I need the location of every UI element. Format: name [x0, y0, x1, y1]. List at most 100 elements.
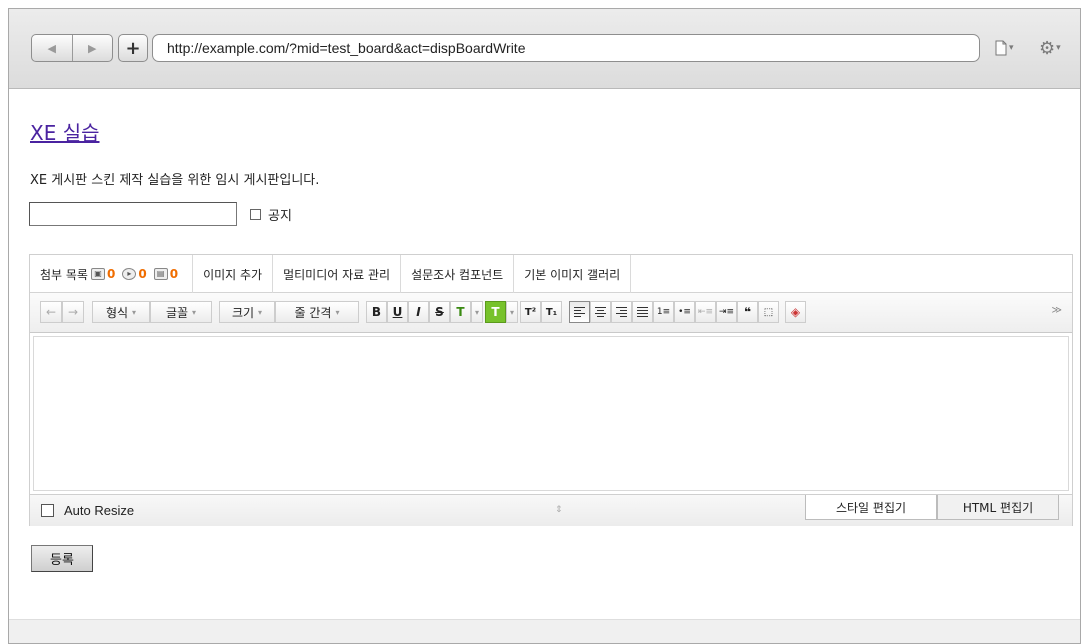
attach-list-label: 첨부 목록 [40, 267, 88, 282]
tab-html-editor[interactable]: HTML 편집기 [937, 495, 1059, 520]
ordered-list-button[interactable]: 1≡ [653, 301, 674, 323]
editor-content-area[interactable] [30, 333, 1072, 495]
font-color-button[interactable]: T [450, 301, 471, 323]
align-left-icon [574, 307, 585, 317]
media-count: 0 [138, 267, 147, 281]
page-menu-button[interactable]: ▾ [994, 36, 1014, 60]
tab-survey[interactable]: 설문조사 컴포넌트 [401, 255, 515, 293]
image-count: 0 [106, 267, 116, 281]
strikethrough-button[interactable]: S [429, 301, 450, 323]
dropdown-arrow-icon: ▾ [132, 307, 137, 317]
page-content: XE 실습 XE 게시판 스킨 제작 실습을 위한 임시 게시판입니다. 공지 … [9, 91, 1080, 621]
editor-bottom-bar: Auto Resize ⇕ 스타일 편집기 HTML 편집기 [30, 495, 1072, 526]
align-center-button[interactable] [590, 301, 611, 323]
tab-multimedia[interactable]: 멀티미디어 자료 관리 [273, 255, 402, 293]
tab-style-editor[interactable]: 스타일 편집기 [805, 495, 937, 520]
editor-tabs: 첨부 목록 ▣ 0 ▸ 0 ▤ 0 이미지 추가 멀티미디어 자료 관리 설문조사 컴… [30, 255, 1072, 293]
title-input[interactable] [29, 202, 237, 226]
font-color-icon: T [456, 305, 465, 319]
italic-icon: I [416, 305, 421, 319]
plus-icon: + [125, 37, 141, 59]
resize-handle-icon[interactable]: ⇕ [555, 505, 563, 515]
back-button[interactable]: ◀ [32, 35, 72, 61]
back-icon: ◀ [47, 41, 56, 55]
dropdown-arrow-icon: ▾ [258, 307, 263, 317]
auto-resize-checkbox[interactable] [41, 504, 54, 517]
undo-icon: ← [45, 305, 57, 319]
strikethrough-icon: S [435, 305, 444, 319]
align-left-button[interactable] [569, 301, 590, 323]
align-justify-button[interactable] [632, 301, 653, 323]
font-dropdown[interactable]: 글꼴 ▾ [150, 301, 212, 323]
file-count: 0 [169, 267, 179, 281]
address-bar[interactable]: http://example.com/?mid=test_board&act=d… [152, 34, 980, 62]
outdent-button[interactable]: ⇤≡ [695, 301, 716, 323]
box-button[interactable]: ⬚ [758, 301, 779, 323]
browser-toolbar: ◀ ▶ + http://example.com/?mid=test_board… [9, 9, 1080, 89]
underline-button[interactable]: U [387, 301, 408, 323]
settings-menu-button[interactable]: ⚙ ▾ [1039, 36, 1061, 60]
notice-option[interactable]: 공지 [250, 205, 292, 224]
background-color-icon: T [491, 305, 500, 319]
eraser-icon: ◈ [790, 305, 801, 319]
page-icon [995, 40, 1007, 56]
editor: 첨부 목록 ▣ 0 ▸ 0 ▤ 0 이미지 추가 멀티미디어 자료 관리 설문조사 컴… [29, 254, 1073, 526]
file-icon: ▤ [153, 268, 168, 280]
undo-button[interactable]: ← [40, 301, 62, 323]
redo-button[interactable]: → [62, 301, 84, 323]
eraser-button[interactable]: ◈ [785, 301, 806, 323]
play-icon: ▸ [122, 268, 137, 280]
size-dropdown[interactable]: 크기 ▾ [219, 301, 275, 323]
font-color-dropdown[interactable]: ▾ [471, 301, 483, 323]
editor-frame[interactable] [33, 336, 1069, 491]
expand-toolbar-icon[interactable]: ≫ [1052, 305, 1062, 316]
gear-icon: ⚙ [1039, 37, 1056, 59]
submit-button[interactable]: 등록 [31, 545, 93, 572]
ordered-list-icon: 1≡ [656, 307, 671, 317]
align-center-icon [595, 307, 606, 317]
auto-resize-option[interactable]: Auto Resize [41, 503, 134, 518]
align-right-button[interactable] [611, 301, 632, 323]
tab-attachments[interactable]: 첨부 목록 ▣ 0 ▸ 0 ▤ 0 [30, 255, 194, 293]
dropdown-arrow-icon: ▾ [335, 307, 340, 317]
caret-down-icon: ▾ [1056, 43, 1061, 53]
board-title-link[interactable]: XE 실습 [30, 117, 100, 146]
italic-button[interactable]: I [408, 301, 429, 323]
superscript-icon: T² [524, 306, 537, 318]
notice-checkbox[interactable] [250, 209, 261, 220]
subscript-button[interactable]: T₁ [541, 301, 562, 323]
quote-icon: ❝ [743, 305, 752, 319]
image-icon: ▣ [90, 268, 105, 280]
url-text: http://example.com/?mid=test_board&act=d… [167, 40, 526, 56]
caret-down-icon: ▾ [1009, 43, 1014, 53]
unordered-list-button[interactable]: •≡ [674, 301, 695, 323]
forward-icon: ▶ [88, 41, 97, 55]
forward-button[interactable]: ▶ [71, 35, 113, 61]
dropdown-arrow-icon: ▾ [474, 307, 479, 317]
redo-icon: → [67, 305, 79, 319]
indent-button[interactable]: ⇥≡ [716, 301, 737, 323]
board-description: XE 게시판 스킨 제작 실습을 위한 임시 게시판입니다. [30, 173, 320, 188]
bold-button[interactable]: B [366, 301, 387, 323]
unordered-list-icon: •≡ [678, 307, 691, 317]
align-right-icon [616, 307, 627, 317]
browser-window: ◀ ▶ + http://example.com/?mid=test_board… [8, 8, 1081, 644]
format-toolbar: ← → 형식 ▾ 글꼴 ▾ 크기 ▾ 줄 간격 ▾ B U I S T ▾ T ▾ T²… [30, 293, 1072, 333]
superscript-button[interactable]: T² [520, 301, 541, 323]
indent-icon: ⇥≡ [718, 307, 735, 317]
line-height-dropdown[interactable]: 줄 간격 ▾ [275, 301, 359, 323]
tab-gallery[interactable]: 기본 이미지 갤러리 [514, 255, 632, 293]
format-dropdown[interactable]: 형식 ▾ [92, 301, 150, 323]
add-bookmark-button[interactable]: + [118, 34, 148, 62]
nav-buttons: ◀ ▶ [31, 34, 113, 62]
dropdown-arrow-icon: ▾ [509, 307, 514, 317]
tab-add-image[interactable]: 이미지 추가 [193, 255, 274, 293]
auto-resize-label: Auto Resize [64, 503, 135, 518]
dropdown-arrow-icon: ▾ [192, 307, 197, 317]
bold-icon: B [371, 305, 382, 319]
underline-icon: U [392, 305, 403, 319]
background-color-button[interactable]: T [485, 301, 506, 323]
blockquote-button[interactable]: ❝ [737, 301, 758, 323]
background-color-dropdown[interactable]: ▾ [506, 301, 518, 323]
subscript-icon: T₁ [545, 306, 558, 318]
